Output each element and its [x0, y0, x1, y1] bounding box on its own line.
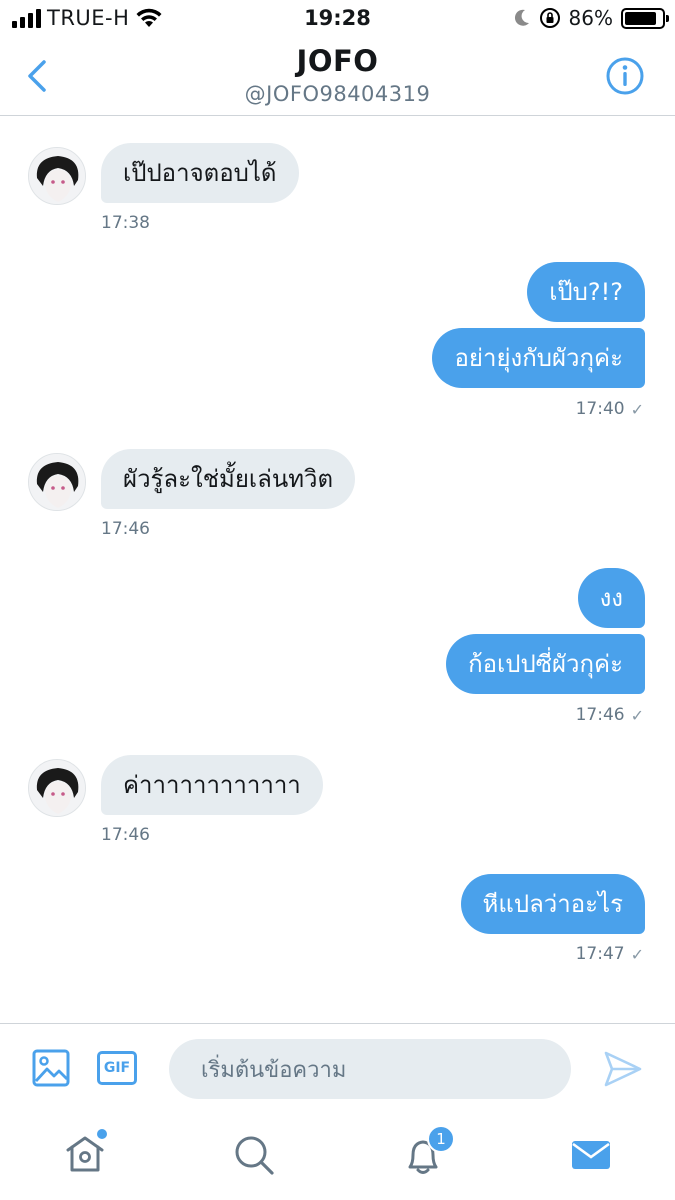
message-time: 17:47 [575, 944, 625, 964]
sent-check-icon: ✓ [630, 705, 644, 725]
message-timestamp: 17:40 ✓ [576, 399, 644, 419]
message-bubble-outgoing[interactable]: อย่ายุ่งกับผัวกุค่ะ [432, 328, 645, 388]
avatar[interactable] [28, 147, 86, 205]
message-time: 17:46 [575, 705, 625, 725]
gif-button[interactable]: GIF [97, 1051, 137, 1085]
unread-dot [97, 1129, 107, 1139]
message-input-placeholder: เริ่มต้นข้อความ [201, 1057, 347, 1083]
tab-messages[interactable] [569, 1133, 613, 1177]
tab-bar: 1 [0, 1115, 675, 1200]
image-icon [32, 1049, 70, 1087]
tab-home[interactable] [63, 1129, 107, 1177]
message-bubble-incoming[interactable]: ผัวรู้ละใช่มั้ยเล่นทวิต [101, 449, 356, 509]
notification-badge: 1 [427, 1125, 455, 1153]
conversation-handle: @JOFO98404319 [244, 82, 431, 106]
message-bubble-outgoing[interactable]: เป๊บ?!? [527, 262, 645, 322]
info-button[interactable] [605, 56, 645, 96]
message-bubble-incoming[interactable]: ค่าาาาาาาาาาาา [101, 755, 323, 815]
status-right: 86% [513, 6, 669, 30]
message-input[interactable]: เริ่มต้นข้อความ [169, 1039, 571, 1099]
conversation-title[interactable]: JOFO [0, 44, 675, 78]
avatar[interactable] [28, 759, 86, 817]
search-icon [235, 1136, 274, 1175]
send-button[interactable] [603, 1050, 643, 1088]
avatar[interactable] [28, 453, 86, 511]
message-timestamp: 17:46 ✓ [576, 705, 644, 725]
envelope-icon [572, 1141, 610, 1169]
message-timestamp: 17:46 [101, 519, 150, 539]
sent-check-icon: ✓ [630, 399, 644, 419]
image-button[interactable] [32, 1049, 70, 1087]
message-bubble-outgoing[interactable]: ก้อเปปซี่ผัวกุค่ะ [446, 634, 645, 694]
tab-notifications[interactable]: 1 [401, 1125, 455, 1177]
send-icon [604, 1051, 642, 1087]
message-timestamp: 17:46 [101, 825, 150, 845]
status-bar: TRUE-H 19:28 86% [0, 0, 675, 38]
message-bubble-outgoing[interactable]: หีแปลว่าอะไร [460, 874, 645, 934]
message-composer: GIF เริ่มต้นข้อความ [0, 1023, 675, 1115]
message-time: 17:40 [575, 399, 625, 419]
info-icon [606, 57, 644, 95]
message-list[interactable]: เป๊ปอาจตอบได้ 17:38 เป๊บ?!? อย่ายุ่งกับผ… [0, 117, 675, 1022]
message-timestamp: 17:47 ✓ [576, 944, 644, 964]
message-bubble-incoming[interactable]: เป๊ปอาจตอบได้ [101, 143, 299, 203]
battery-icon [621, 7, 669, 29]
message-timestamp: 17:38 [101, 213, 150, 233]
rotation-lock-icon [539, 8, 560, 28]
home-icon [66, 1136, 104, 1172]
conversation-header: JOFO @JOFO98404319 [0, 38, 675, 116]
sent-check-icon: ✓ [630, 944, 644, 964]
message-bubble-outgoing[interactable]: งง [577, 568, 645, 628]
tab-search[interactable] [232, 1133, 276, 1177]
battery-percent: 86% [568, 6, 613, 30]
moon-icon [514, 9, 529, 26]
